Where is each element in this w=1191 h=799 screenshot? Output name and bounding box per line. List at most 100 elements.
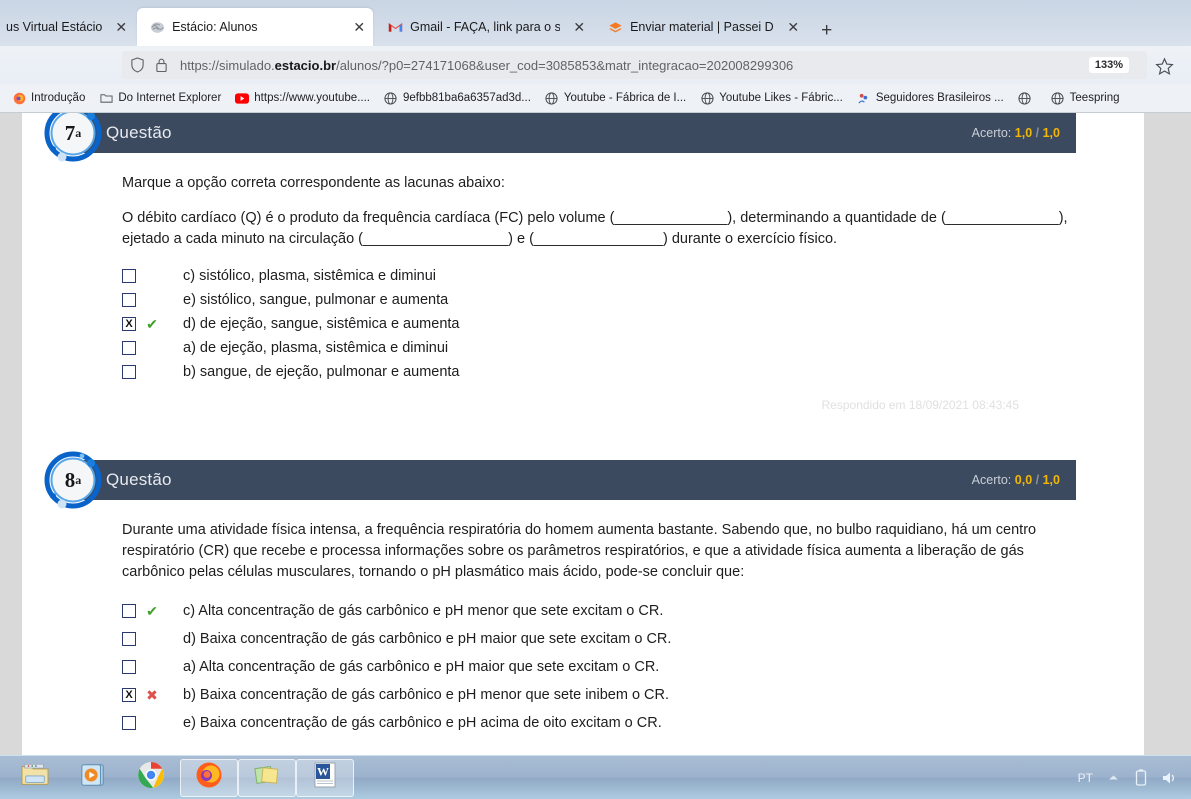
new-tab-button[interactable]: +	[809, 21, 844, 46]
globe-icon	[1051, 91, 1065, 105]
taskbar-sticky-notes[interactable]	[238, 758, 296, 797]
question-body-7: Marque a opção correta correspondente as…	[22, 153, 1144, 412]
browser-tab-1[interactable]: us Virtual Estácio ✕	[0, 8, 135, 46]
shield-icon[interactable]	[130, 57, 146, 73]
option-label[interactable]: e) sistólico, sangue, pulmonar e aumenta	[163, 292, 448, 308]
option-checkbox[interactable]	[122, 716, 136, 730]
option-label[interactable]: d) Baixa concentração de gás carbônico e…	[163, 631, 671, 647]
option-checkbox[interactable]	[122, 365, 136, 379]
option-row[interactable]: a) Alta concentração de gás carbônico e …	[122, 653, 1074, 681]
option-checkbox[interactable]	[122, 269, 136, 283]
bookmark-9efbb81[interactable]: 9efbb81ba6a6357ad3d...	[378, 88, 537, 108]
tab-title-text: Gmail - FAÇA, link para o seu ac	[410, 20, 561, 34]
bookmark-label: Introdução	[31, 92, 86, 104]
option-row-selected[interactable]: X ✔ d) de ejeção, sangue, sistêmica e au…	[122, 312, 1074, 336]
question-statement-7: Marque a opção correta correspondente as…	[122, 173, 1074, 250]
option-label[interactable]: a) de ejeção, plasma, sistêmica e diminu…	[163, 340, 448, 356]
padlock-icon[interactable]	[155, 57, 171, 73]
option-checkbox-checked[interactable]: X	[122, 317, 136, 331]
tab-title: us Virtual Estácio	[6, 20, 103, 34]
globe-icon	[545, 91, 559, 105]
folder-icon	[99, 91, 113, 105]
tab-title: Gmail - FAÇA, link para o seu ac	[410, 20, 560, 34]
close-icon[interactable]: ✕	[781, 19, 799, 36]
question-number-suffix: a	[75, 472, 82, 487]
bookmark-label: Seguidores Brasileiros ...	[875, 92, 1004, 104]
score-label: Acerto:	[971, 126, 1012, 140]
svg-text:W: W	[317, 765, 329, 779]
estacio-brain-icon	[149, 19, 165, 35]
gmail-icon	[387, 19, 403, 35]
bookmark-introducao[interactable]: Introdução	[6, 88, 91, 108]
option-label[interactable]: b) sangue, de ejeção, pulmonar e aumenta	[163, 364, 460, 380]
option-row[interactable]: e) Baixa concentração de gás carbônico e…	[122, 709, 1074, 737]
option-label[interactable]: c) sistólico, plasma, sistêmica e diminu…	[163, 268, 436, 284]
close-icon[interactable]: ✕	[567, 19, 585, 36]
globe-icon	[1018, 91, 1032, 105]
option-checkbox[interactable]	[122, 293, 136, 307]
taskbar-word[interactable]: W	[296, 758, 354, 797]
page-viewport[interactable]: 7a Questão Acerto: 1,0 / 1,0 Marque a op…	[0, 113, 1191, 756]
bookmark-seguidores-brasileiros[interactable]: Seguidores Brasileiros ...	[851, 88, 1010, 108]
close-icon[interactable]: ✕	[347, 19, 365, 36]
question-number-value: 8	[64, 467, 76, 492]
option-row[interactable]: d) Baixa concentração de gás carbônico e…	[122, 625, 1074, 653]
statement-line: O débito cardíaco (Q) é o produto da fre…	[122, 210, 1068, 247]
address-bar[interactable]: https://simulado.estacio.br/alunos/?p0=2…	[122, 51, 1147, 79]
chevron-up-icon[interactable]	[1105, 769, 1121, 787]
option-label[interactable]: a) Alta concentração de gás carbônico e …	[163, 659, 659, 675]
language-indicator[interactable]: PT	[1078, 771, 1093, 785]
option-label[interactable]: d) de ejeção, sangue, sistêmica e aument…	[163, 316, 459, 332]
option-row-selected[interactable]: X ✖ b) Baixa concentração de gás carbôni…	[122, 681, 1074, 709]
option-label[interactable]: e) Baixa concentração de gás carbônico e…	[163, 715, 662, 731]
score-separator: /	[1035, 473, 1040, 487]
question-number: 7a	[42, 113, 104, 164]
bookmark-youtube-likes[interactable]: Youtube Likes - Fábric...	[694, 88, 849, 108]
zoom-level-badge[interactable]: 133%	[1088, 57, 1129, 73]
question-header-8: 8a Questão Acerto: 0,0 / 1,0	[44, 451, 1076, 509]
volume-icon[interactable]	[1161, 769, 1177, 787]
option-checkbox[interactable]	[122, 660, 136, 674]
globe-icon	[700, 91, 714, 105]
option-checkbox[interactable]	[122, 604, 136, 618]
taskbar-chrome[interactable]	[122, 759, 180, 797]
option-label[interactable]: c) Alta concentração de gás carbônico e …	[163, 603, 663, 619]
bookmark-label: Youtube - Fábrica de I...	[563, 92, 687, 104]
taskbar-media-player[interactable]	[64, 759, 122, 797]
option-row[interactable]: ✔ c) Alta concentração de gás carbônico …	[122, 597, 1074, 625]
option-checkbox[interactable]	[122, 632, 136, 646]
question-statement-8: Durante uma atividade física intensa, a …	[122, 520, 1074, 583]
browser-tab-3[interactable]: Gmail - FAÇA, link para o seu ac ✕	[375, 8, 593, 46]
score-earned: 1,0	[1014, 126, 1033, 140]
score-separator: /	[1035, 126, 1040, 140]
option-row[interactable]: a) de ejeção, plasma, sistêmica e diminu…	[122, 336, 1074, 360]
browser-chrome: us Virtual Estácio ✕ Estácio: Alunos ✕ G…	[0, 0, 1191, 113]
bookmark-youtube-url[interactable]: https://www.youtube....	[229, 88, 376, 108]
url-prefix: https://simulado.	[180, 57, 275, 73]
option-label[interactable]: b) Baixa concentração de gás carbônico e…	[163, 687, 669, 703]
url-suffix: /alunos/?p0=274171068&user_cod=3085853&m…	[336, 57, 794, 73]
battery-icon[interactable]	[1133, 768, 1149, 787]
option-row[interactable]: b) sangue, de ejeção, pulmonar e aumenta	[122, 360, 1074, 384]
correct-check-icon: ✔	[146, 603, 158, 619]
taskbar-firefox[interactable]	[180, 758, 238, 797]
option-checkbox-checked[interactable]: X	[122, 688, 136, 702]
bookmark-unnamed[interactable]	[1012, 88, 1043, 108]
bookmark-teespring[interactable]: Teespring	[1045, 88, 1126, 108]
wrong-cross-icon: ✖	[146, 687, 158, 703]
close-icon[interactable]: ✕	[109, 19, 127, 36]
bookmark-youtube-fabrica[interactable]: Youtube - Fábrica de I...	[539, 88, 692, 108]
score-earned: 0,0	[1014, 473, 1033, 487]
option-row[interactable]: c) sistólico, plasma, sistêmica e diminu…	[122, 264, 1074, 288]
youtube-icon	[235, 91, 250, 105]
options-list-8: ✔ c) Alta concentração de gás carbônico …	[122, 597, 1074, 737]
browser-tab-2[interactable]: Estácio: Alunos ✕	[137, 8, 374, 46]
star-icon[interactable]	[1155, 57, 1174, 76]
page-left-margin	[0, 113, 22, 756]
browser-tab-4[interactable]: Enviar material | Passei Direto | P ✕	[595, 8, 807, 46]
option-checkbox[interactable]	[122, 341, 136, 355]
taskbar-file-explorer[interactable]	[6, 759, 64, 797]
bookmark-do-internet-explorer[interactable]: Do Internet Explorer	[93, 88, 227, 108]
option-row[interactable]: e) sistólico, sangue, pulmonar e aumenta	[122, 288, 1074, 312]
